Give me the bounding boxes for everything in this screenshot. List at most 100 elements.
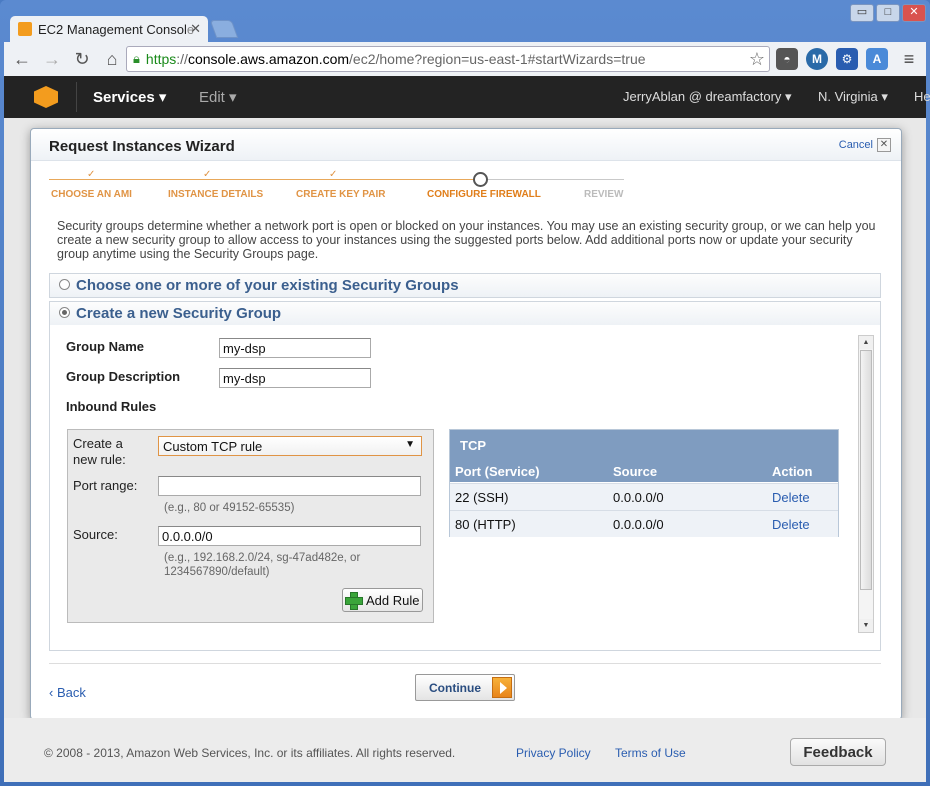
privacy-policy-link[interactable]: Privacy Policy — [516, 746, 591, 760]
browser-window: EC2 Management Consol e ✕ ▭ □ ✕ ← → ↻ ⌂ 🔒… — [0, 0, 930, 786]
rule-type-value: Custom TCP rule — [163, 439, 263, 454]
spy-extension-icon[interactable]: ◓ — [776, 48, 798, 70]
user-menu[interactable]: JerryAblan @ dreamfactory ▾ — [623, 89, 792, 105]
feedback-button[interactable]: Feedback — [790, 738, 886, 766]
close-window-button[interactable]: ✕ — [902, 4, 926, 22]
column-port: Port (Service) — [455, 464, 540, 479]
step-configure-firewall: CONFIGURE FIREWALL — [427, 189, 541, 200]
group-name-field[interactable] — [219, 338, 371, 358]
close-icon[interactable]: ✕ — [877, 138, 891, 152]
footer-divider — [49, 663, 881, 664]
scrollbar-thumb[interactable] — [860, 350, 872, 590]
terms-of-use-link[interactable]: Terms of Use — [615, 746, 686, 760]
reload-icon[interactable]: ↻ — [70, 47, 94, 71]
url-sep: :// — [176, 51, 188, 67]
rule-source: 0.0.0.0/0 — [613, 490, 664, 505]
protocol-label: TCP — [460, 438, 486, 453]
add-rule-button[interactable]: Add Rule — [342, 588, 423, 612]
port-range-hint: (e.g., 80 or 49152-65535) — [164, 502, 295, 514]
check-icon: ✓ — [203, 169, 212, 180]
region-menu[interactable]: N. Virginia ▾ — [818, 89, 888, 105]
source-hint: (e.g., 192.168.2.0/24, sg-47ad482e, or 1… — [164, 552, 361, 578]
play-arrow-icon — [492, 677, 512, 698]
wizard-steps: ✓ ✓ ✓ CHOOSE AN AMI INSTANCE DETAILS CRE… — [49, 169, 631, 207]
group-description-field[interactable] — [219, 368, 371, 388]
browser-tab[interactable]: EC2 Management Consol e ✕ — [10, 16, 208, 42]
rule-port: 80 (HTTP) — [455, 517, 516, 532]
copyright-text: © 2008 - 2013, Amazon Web Services, Inc.… — [44, 746, 456, 760]
step-instance-details: INSTANCE DETAILS — [168, 189, 264, 200]
browser-toolbar: ← → ↻ ⌂ 🔒︎ https://console.aws.amazon.co… — [4, 42, 926, 76]
translate-extension-icon[interactable]: A — [866, 48, 888, 70]
step-choose-ami: CHOOSE AN AMI — [51, 189, 132, 200]
port-range-input[interactable] — [158, 476, 421, 496]
step-create-key-pair: CREATE KEY PAIR — [296, 189, 386, 200]
minimize-button[interactable]: ▭ — [850, 4, 874, 22]
check-icon: ✓ — [87, 169, 96, 180]
rule-type-select[interactable]: Custom TCP rule ▼ — [158, 436, 422, 456]
table-row: 22 (SSH) 0.0.0.0/0 Delete — [450, 483, 838, 510]
address-bar[interactable]: 🔒︎ https://console.aws.amazon.com/ec2/ho… — [126, 46, 770, 72]
chevron-down-icon: ▾ — [881, 89, 888, 104]
edit-menu[interactable]: Edit ▾ — [199, 88, 237, 106]
chevron-down-icon: ▾ — [158, 89, 167, 106]
rule-source: 0.0.0.0/0 — [613, 517, 664, 532]
inbound-rules-table: TCP Port (Service) Source Action 22 (SSH… — [449, 429, 839, 537]
console-page: Request Instances Wizard Cancel ✕ ✓ ✓ ✓ C… — [4, 118, 926, 782]
back-link[interactable]: ‹ Back — [49, 685, 86, 700]
source-input[interactable] — [158, 526, 421, 546]
scroll-up-icon[interactable]: ▲ — [859, 336, 873, 349]
column-action: Action — [772, 464, 813, 479]
help-menu[interactable]: He — [914, 89, 930, 104]
step-review: REVIEW — [584, 189, 624, 200]
intro-text: Security groups determine whether a netw… — [57, 219, 876, 261]
wizard-header: Request Instances Wizard Cancel ✕ — [31, 129, 901, 161]
panel-scrollbar[interactable]: ▲ ▼ — [858, 335, 874, 633]
rule-port: 22 (SSH) — [455, 490, 509, 505]
forward-arrow-icon[interactable]: → — [40, 47, 64, 71]
chevron-down-icon: ▾ — [229, 89, 237, 106]
services-label: Services — [93, 89, 155, 106]
aws-favicon-icon — [18, 22, 32, 36]
port-range-label: Port range: — [73, 478, 138, 493]
maximize-button[interactable]: □ — [876, 4, 900, 22]
gear-extension-icon[interactable]: ⚙ — [836, 48, 858, 70]
scroll-down-icon[interactable]: ▼ — [859, 619, 873, 632]
region-label: N. Virginia — [818, 89, 878, 104]
star-icon[interactable]: ☆ — [749, 49, 765, 70]
menu-icon[interactable]: ≡ — [898, 48, 920, 70]
delete-rule-link[interactable]: Delete — [772, 517, 810, 532]
m-extension-icon[interactable]: M — [806, 48, 828, 70]
new-tab-button[interactable] — [209, 20, 239, 38]
continue-label: Continue — [429, 680, 481, 695]
rules-table-header: TCP Port (Service) Source Action — [450, 430, 838, 482]
new-group-panel: Group Name Group Description Inbound Rul… — [49, 325, 881, 651]
home-icon[interactable]: ⌂ — [100, 47, 124, 71]
chevron-down-icon: ▾ — [785, 89, 792, 104]
steps-progress — [49, 179, 479, 180]
new-group-label: Create a new Security Group — [76, 305, 282, 322]
new-group-option[interactable]: Create a new Security Group — [49, 301, 881, 326]
column-source: Source — [613, 464, 658, 479]
existing-group-radio[interactable] — [59, 279, 70, 290]
cancel-label: Cancel — [838, 139, 873, 151]
wizard-title: Request Instances Wizard — [49, 138, 235, 155]
inbound-rules-label: Inbound Rules — [66, 399, 157, 414]
add-rule-label: Add Rule — [366, 592, 420, 608]
lock-icon: 🔒︎ — [133, 51, 140, 66]
services-menu[interactable]: Services ▾ — [93, 88, 166, 106]
plus-icon — [345, 592, 363, 610]
aws-nav-bar: Services ▾ Edit ▾ JerryAblan @ dreamfact… — [4, 76, 930, 118]
cancel-button[interactable]: Cancel ✕ — [839, 138, 891, 152]
back-arrow-icon[interactable]: ← — [10, 47, 34, 71]
existing-group-option[interactable]: Choose one or more of your existing Secu… — [49, 273, 881, 298]
current-step-indicator — [473, 172, 488, 187]
group-name-label: Group Name — [66, 339, 145, 354]
delete-rule-link[interactable]: Delete — [772, 490, 810, 505]
continue-button[interactable]: Continue — [415, 674, 515, 701]
url-scheme: https — [145, 51, 177, 67]
request-instances-wizard: Request Instances Wizard Cancel ✕ ✓ ✓ ✓ C… — [30, 128, 902, 720]
tab-close-icon[interactable]: ✕ — [190, 21, 201, 37]
aws-logo-icon[interactable] — [34, 86, 58, 108]
new-group-radio[interactable] — [59, 307, 70, 318]
